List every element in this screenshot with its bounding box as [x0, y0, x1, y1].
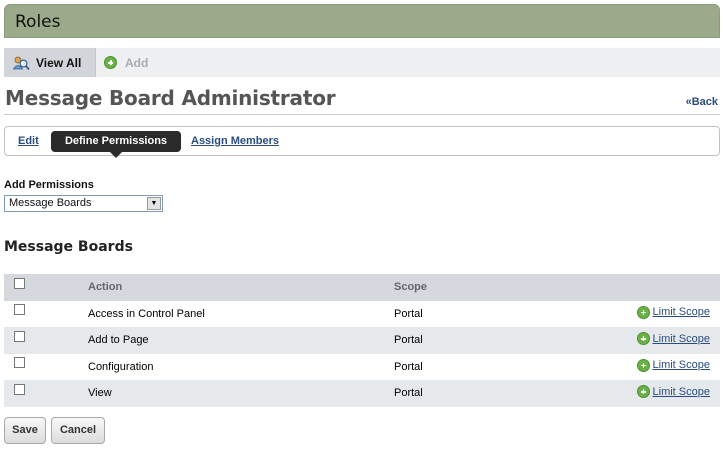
- add-circle-icon: [636, 332, 650, 346]
- limit-header: [624, 274, 720, 301]
- permissions-table: Action Scope Access in Control Panel Por…: [4, 274, 720, 407]
- scope-cell: Portal: [394, 307, 423, 320]
- roles-nav-bar: View All Add: [4, 48, 720, 77]
- limit-cell: Limit Scope: [624, 327, 720, 354]
- scope-cell: Portal: [394, 360, 423, 373]
- scope-header: Scope: [394, 281, 428, 294]
- limit-scope-link[interactable]: Limit Scope: [653, 386, 710, 398]
- tab-define-permissions[interactable]: Define Permissions: [51, 131, 181, 158]
- tab-assign-members[interactable]: Assign Members: [191, 135, 279, 147]
- limit-scope-control[interactable]: Limit Scope: [636, 332, 710, 346]
- add-circle-icon: [636, 385, 650, 399]
- chevron-down-icon[interactable]: ▼: [147, 197, 161, 210]
- limit-cell: Limit Scope: [624, 354, 720, 381]
- limit-cell: Limit Scope: [624, 380, 720, 407]
- table-row: View Portal Limit Scope: [4, 380, 720, 407]
- view-all-label: View All: [36, 55, 82, 70]
- add-permissions-selected: Message Boards: [9, 197, 92, 209]
- add-circle-icon: [636, 358, 650, 372]
- limit-scope-control[interactable]: Limit Scope: [636, 385, 710, 399]
- row-check-cell: [4, 327, 88, 354]
- table-header-row: Action Scope: [4, 274, 720, 301]
- add-circle-icon: [636, 305, 650, 319]
- row-checkbox[interactable]: [14, 304, 25, 316]
- heading-divider: [4, 114, 720, 115]
- save-button[interactable]: Save: [4, 417, 46, 444]
- section-title: Message Boards: [4, 239, 133, 255]
- add-permissions-label: Add Permissions: [4, 179, 94, 191]
- limit-scope-control[interactable]: Limit Scope: [636, 305, 710, 319]
- limit-scope-control[interactable]: Limit Scope: [636, 358, 710, 372]
- table-row: Access in Control Panel Portal Limit Sco…: [4, 300, 720, 328]
- tab-edit[interactable]: Edit: [18, 135, 39, 147]
- scope-cell: Portal: [394, 334, 423, 347]
- select-all-cell: [4, 274, 88, 301]
- action-cell: Configuration: [88, 360, 154, 373]
- limit-cell: Limit Scope: [624, 301, 720, 328]
- action-cell: Access in Control Panel: [88, 307, 205, 320]
- row-check-cell: [4, 354, 88, 381]
- action-cell: View: [88, 387, 112, 400]
- portlet-title-bar: Roles: [4, 4, 720, 38]
- limit-scope-link[interactable]: Limit Scope: [653, 306, 710, 318]
- scope-cell: Portal: [394, 387, 423, 400]
- roles-view-icon: [12, 54, 30, 72]
- table-row: Add to Page Portal Limit Scope: [4, 327, 720, 354]
- portlet-title: Roles: [15, 12, 61, 32]
- row-check-cell: [4, 301, 88, 328]
- row-check-cell: [4, 380, 88, 407]
- row-checkbox[interactable]: [14, 383, 25, 395]
- limit-scope-link[interactable]: Limit Scope: [653, 359, 710, 371]
- select-all-checkbox[interactable]: [14, 277, 25, 289]
- limit-scope-link[interactable]: Limit Scope: [653, 333, 710, 345]
- table-row: Configuration Portal Limit Scope: [4, 353, 720, 381]
- row-checkbox[interactable]: [14, 357, 25, 369]
- row-checkbox[interactable]: [14, 330, 25, 342]
- view-all-tab[interactable]: View All: [4, 48, 96, 77]
- add-circle-icon: [104, 56, 117, 69]
- page-title: Message Board Administrator: [5, 86, 336, 110]
- role-tabs: Edit Define Permissions Assign Members: [4, 126, 720, 158]
- add-label: Add: [125, 55, 149, 70]
- back-link[interactable]: «Back: [686, 96, 718, 108]
- add-tab[interactable]: Add: [102, 48, 148, 77]
- action-cell: Add to Page: [88, 334, 149, 347]
- cancel-button[interactable]: Cancel: [51, 417, 105, 444]
- add-permissions-select[interactable]: Message Boards ▼: [4, 195, 163, 212]
- action-header: Action: [88, 281, 123, 294]
